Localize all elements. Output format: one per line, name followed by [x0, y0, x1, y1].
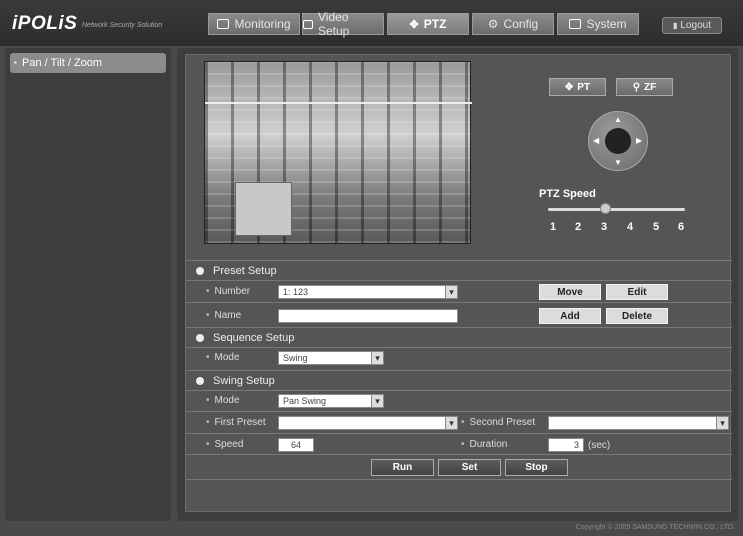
ptz-joystick[interactable]: ▲ ▼ ◀ ▶	[588, 111, 648, 171]
monitor-icon	[217, 19, 230, 29]
first-preset-label: First Preset	[206, 417, 266, 428]
arrow-left-icon[interactable]: ◀	[593, 136, 599, 145]
delete-button[interactable]: Delete	[605, 307, 669, 325]
arrow-right-icon[interactable]: ▶	[636, 136, 642, 145]
pt-button[interactable]: ✥ PT	[549, 78, 606, 96]
duration-input[interactable]: 3	[548, 438, 584, 452]
preset-number-select[interactable]: 1: 123	[278, 285, 458, 299]
divider	[186, 433, 732, 434]
logo-tagline: Network Security Solution	[82, 22, 163, 29]
divider	[186, 280, 732, 281]
speed-tick-2: 2	[575, 221, 582, 233]
copyright-text: Copyright © 2009 SAMSUNG TECHWIN CO., LT…	[575, 524, 735, 531]
second-preset-label: Second Preset	[461, 417, 536, 428]
sequence-mode-label: Mode	[206, 352, 240, 363]
divider	[186, 479, 732, 480]
speed-tick-4: 4	[627, 221, 634, 233]
section-bullet-icon	[196, 377, 204, 386]
nav-video-setup-label: Video Setup	[317, 10, 350, 38]
ptz-speed-label: PTZ Speed	[539, 188, 596, 200]
video-setup-icon	[303, 19, 313, 29]
divider	[186, 370, 732, 371]
edit-button[interactable]: Edit	[605, 283, 669, 301]
camera-preview	[204, 61, 472, 244]
second-preset-select[interactable]	[548, 416, 729, 430]
speed-tick-5: 5	[653, 221, 660, 233]
ptz-content: ✥ PT ⚲ ZF ▲ ▼ ◀ ▶ PTZ Speed 1 2 3 4 5 6 …	[185, 54, 732, 512]
preset-number-label: Number	[206, 286, 251, 297]
move-button[interactable]: Move	[538, 283, 602, 301]
sidebar: Pan / Tilt / Zoom	[5, 48, 171, 521]
divider	[186, 302, 732, 303]
swing-mode-select[interactable]: Pan Swing	[278, 394, 384, 408]
nav-ptz-label: PTZ	[423, 17, 447, 31]
divider	[186, 454, 732, 455]
logout-icon: ▮	[673, 21, 678, 30]
divider	[186, 260, 732, 261]
pt-button-label: PT	[577, 81, 591, 93]
zf-button-label: ZF	[644, 81, 657, 93]
nav-ptz[interactable]: ✥ PTZ	[387, 13, 469, 35]
speed-tick-6: 6	[678, 221, 685, 233]
zoom-icon: ⚲	[632, 81, 641, 93]
nav-monitoring-label: Monitoring	[234, 17, 291, 31]
section-bullet-icon	[196, 334, 204, 343]
speed-tick-1: 1	[550, 221, 557, 233]
preset-name-input[interactable]	[278, 309, 458, 323]
ptz-arrows-icon: ✥	[564, 81, 574, 93]
logout-button[interactable]: ▮ Logout	[662, 17, 722, 34]
first-preset-select[interactable]	[278, 416, 458, 430]
divider	[186, 390, 732, 391]
zf-button[interactable]: ⚲ ZF	[616, 78, 673, 96]
ptz-speed-slider-thumb[interactable]	[600, 203, 611, 214]
camera-scene-shelf-line	[205, 102, 472, 104]
divider	[186, 347, 732, 348]
nav-monitoring[interactable]: Monitoring	[208, 13, 300, 35]
sequence-setup-heading: Sequence Setup	[196, 332, 294, 344]
nav-system-label: System	[586, 17, 627, 31]
ptz-icon: ✥	[409, 18, 419, 31]
swing-speed-label: Speed	[206, 439, 244, 450]
nav-system[interactable]: System	[557, 13, 639, 35]
duration-unit: (sec)	[588, 440, 611, 451]
preset-name-label: Name	[206, 310, 242, 321]
section-bullet-icon	[196, 267, 204, 276]
logo: iPOLiS	[12, 13, 78, 34]
preset-setup-title: Preset Setup	[213, 265, 277, 277]
header-bar: iPOLiS Network Security Solution Monitor…	[0, 0, 743, 46]
swing-mode-label: Mode	[206, 395, 240, 406]
nav-video-setup[interactable]: Video Setup	[302, 10, 384, 38]
stop-button[interactable]: Stop	[505, 459, 568, 476]
nav-config[interactable]: ⚙ Config	[472, 13, 554, 35]
nav-config-label: Config	[503, 17, 539, 31]
arrow-down-icon[interactable]: ▼	[614, 158, 622, 167]
speed-tick-3: 3	[601, 221, 608, 233]
arrow-up-icon[interactable]: ▲	[614, 115, 622, 124]
sidebar-item-pan-tilt-zoom[interactable]: Pan / Tilt / Zoom	[10, 53, 166, 73]
camera-scene-pallet	[235, 182, 292, 236]
logout-label: Logout	[680, 20, 711, 31]
set-button[interactable]: Set	[438, 459, 501, 476]
divider	[186, 327, 732, 328]
duration-label: Duration	[461, 439, 508, 450]
run-button[interactable]: Run	[371, 459, 434, 476]
swing-setup-heading: Swing Setup	[196, 375, 275, 387]
system-icon	[569, 19, 582, 29]
main-panel: ✥ PT ⚲ ZF ▲ ▼ ◀ ▶ PTZ Speed 1 2 3 4 5 6 …	[177, 48, 738, 521]
gear-icon: ⚙	[487, 17, 499, 31]
swing-speed-input[interactable]: 64	[278, 438, 314, 452]
sequence-mode-select[interactable]: Swing	[278, 351, 384, 365]
ptz-speed-slider[interactable]	[548, 208, 685, 211]
add-button[interactable]: Add	[538, 307, 602, 325]
swing-setup-title: Swing Setup	[213, 375, 275, 387]
divider	[186, 411, 732, 412]
sequence-setup-title: Sequence Setup	[213, 332, 295, 344]
joystick-center[interactable]	[605, 128, 631, 154]
preset-setup-heading: Preset Setup	[196, 265, 277, 277]
